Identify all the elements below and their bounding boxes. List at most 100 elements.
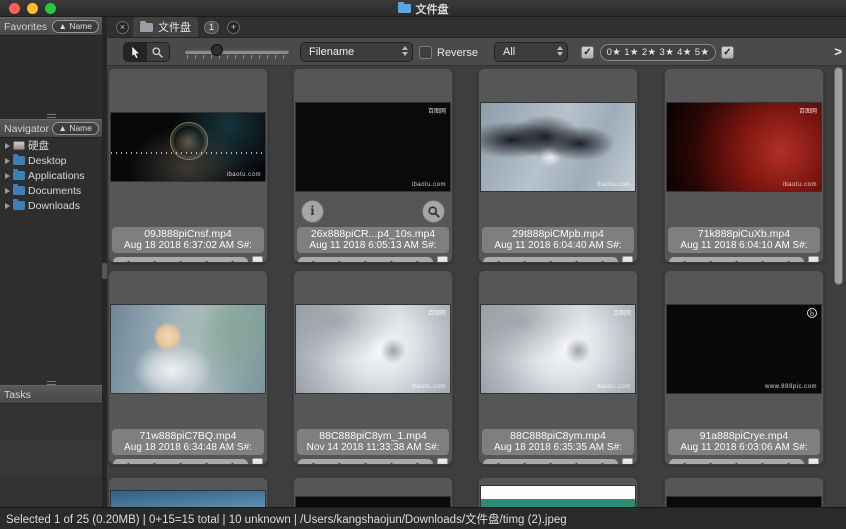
sort-by-value: Filename	[309, 46, 355, 58]
thumb-watermark: ibaotu.com	[782, 182, 817, 188]
minimize-window-button[interactable]	[27, 2, 38, 14]
rating-slider[interactable]	[669, 256, 804, 262]
zoom-window-button[interactable]	[45, 2, 56, 14]
thumb-watermark: www.888pic.com	[764, 384, 817, 390]
item-checkbox[interactable]	[622, 458, 633, 464]
sidebar-item-downloads[interactable]: Downloads	[0, 198, 102, 213]
file-card-selected[interactable]: 百图网 ibaotu.com 26x888piCR...p4_10s.mp4 A…	[293, 68, 453, 263]
traffic-lights	[9, 2, 56, 14]
item-checkbox[interactable]	[808, 458, 819, 464]
file-card[interactable]	[108, 477, 268, 507]
video-thumbnail[interactable]: 百图网 ibaotu.com	[296, 103, 450, 191]
tasks-header: Tasks	[0, 385, 102, 404]
rating-slider[interactable]	[669, 458, 804, 464]
file-caption: 71w888piC7BQ.mp4 Aug 18 2018 6:34:48 AM …	[112, 429, 264, 455]
navigator-sort-button[interactable]: ▲ Name	[51, 122, 99, 135]
file-date: Aug 11 2018 6:03:06 AM S#:	[680, 442, 808, 453]
sort-by-dropdown[interactable]: Filename	[300, 42, 413, 62]
label-enable-checkbox[interactable]	[721, 46, 734, 59]
file-card[interactable]	[664, 477, 824, 507]
file-card[interactable]: ibaotu.com 09J888piCnsf.mp4 Aug 18 2018 …	[108, 68, 268, 263]
video-thumbnail[interactable]: 百图网 ibaotu.com	[667, 103, 821, 191]
folder-icon	[13, 199, 25, 210]
favorites-sort-button[interactable]: ▲ Name	[51, 20, 99, 33]
file-card[interactable]	[478, 477, 638, 507]
disclosure-triangle-icon[interactable]	[5, 157, 10, 164]
disclosure-triangle-icon[interactable]	[5, 202, 10, 209]
slider-knob[interactable]	[211, 44, 223, 56]
sidebar-item-harddisk[interactable]: 硬盘	[0, 138, 102, 153]
sidebar-item-label: Desktop	[28, 154, 67, 167]
tab-active[interactable]: 文件盘	[133, 17, 198, 37]
item-checkbox[interactable]	[622, 256, 633, 262]
file-date: Aug 18 2018 6:34:48 AM S#:	[124, 442, 252, 453]
file-caption: 26x888piCR...p4_10s.mp4 Aug 11 2018 6:05…	[297, 227, 449, 253]
item-checkbox[interactable]	[252, 256, 263, 262]
video-thumbnail[interactable]: 百图网 ibaotu.com	[296, 305, 450, 393]
sidebar-item-label: 硬盘	[28, 140, 49, 152]
thumb-watermark: ibaotu.com	[226, 172, 261, 178]
file-caption: 29t888piCMpb.mp4 Aug 11 2018 6:04:40 AM …	[482, 227, 634, 253]
info-button[interactable]	[301, 200, 324, 223]
disclosure-triangle-icon[interactable]	[5, 142, 10, 149]
video-thumbnail[interactable]	[111, 305, 265, 393]
sidebar-item-documents[interactable]: Documents	[0, 183, 102, 198]
tasks-label: Tasks	[4, 388, 31, 401]
rating-slider[interactable]	[298, 458, 433, 464]
rating-slider[interactable]	[298, 256, 433, 262]
sidebar-item-desktop[interactable]: Desktop	[0, 153, 102, 168]
item-checkbox[interactable]	[437, 458, 448, 464]
vertical-scrollbar-thumb[interactable]	[834, 67, 843, 285]
file-card[interactable]: 71w888piC7BQ.mp4 Aug 18 2018 6:34:48 AM …	[108, 270, 268, 465]
video-thumbnail[interactable]	[667, 497, 821, 507]
select-tool-button[interactable]	[124, 43, 147, 61]
file-card[interactable]: 百图网 ibaotu.com 71k888piCuXb.mp4 Aug 11 2…	[664, 68, 824, 263]
toolbar: Filename Reverse All 0★ 1★ 2★ 3★ 4★ 5★ >	[107, 38, 846, 66]
tool-mode-segmented-control	[123, 42, 170, 62]
file-card[interactable]: 百图网 ibaotu.com 88C888piC8ym_1.mp4 Nov 14…	[293, 270, 453, 465]
rating-slider[interactable]	[483, 458, 618, 464]
video-thumbnail[interactable]: 百图网 ibaotu.com	[481, 305, 635, 393]
file-name: 71w888piC7BQ.mp4	[139, 430, 237, 442]
toolbar-overflow-icon[interactable]: >	[834, 44, 842, 59]
video-thumbnail[interactable]: ibaotu.com	[481, 103, 635, 191]
video-thumbnail[interactable]	[296, 497, 450, 507]
video-thumbnail[interactable]: b www.888pic.com	[667, 305, 821, 393]
add-tab-icon[interactable]	[227, 20, 240, 34]
rating-enable-checkbox[interactable]	[581, 46, 594, 59]
magnify-tool-button[interactable]	[147, 43, 170, 61]
navigator-resize-grip[interactable]	[47, 114, 56, 118]
rating-filter[interactable]: 0★ 1★ 2★ 3★ 4★ 5★	[600, 44, 716, 61]
file-caption: 09J888piCnsf.mp4 Aug 18 2018 6:37:02 AM …	[112, 227, 264, 253]
tab-folder-icon	[140, 20, 153, 32]
slider-ticks	[187, 55, 287, 59]
disclosure-triangle-icon[interactable]	[5, 187, 10, 194]
tab-label: 文件盘	[158, 22, 191, 34]
item-checkbox[interactable]	[252, 458, 263, 464]
rating-slider[interactable]	[113, 256, 248, 262]
filter-value: All	[503, 46, 516, 58]
file-card[interactable]	[293, 477, 453, 507]
file-name: 29t888piCMpb.mp4	[512, 228, 604, 240]
preview-zoom-button[interactable]	[422, 200, 445, 223]
favorites-list[interactable]	[0, 36, 102, 116]
reverse-checkbox[interactable]	[419, 46, 432, 59]
close-tab-icon[interactable]	[116, 20, 129, 34]
file-card[interactable]: ibaotu.com 29t888piCMpb.mp4 Aug 11 2018 …	[478, 68, 638, 263]
file-card[interactable]: b www.888pic.com 91a888piCrye.mp4 Aug 11…	[664, 270, 824, 465]
sidebar-item-applications[interactable]: Applications	[0, 168, 102, 183]
close-window-button[interactable]	[9, 2, 20, 14]
favorites-header: Favorites ▲ Name	[0, 17, 102, 36]
video-thumbnail[interactable]	[481, 486, 635, 507]
thumbnail-size-slider[interactable]	[185, 42, 289, 62]
file-card[interactable]: 百图网 ibaotu.com 88C888piC8ym.mp4 Aug 18 2…	[478, 270, 638, 465]
video-thumbnail[interactable]	[111, 491, 265, 507]
video-thumbnail[interactable]: ibaotu.com	[111, 113, 265, 181]
filter-dropdown[interactable]: All	[494, 42, 568, 62]
item-checkbox[interactable]	[437, 256, 448, 262]
rating-slider[interactable]	[113, 458, 248, 464]
disclosure-triangle-icon[interactable]	[5, 172, 10, 179]
rating-slider[interactable]	[483, 256, 618, 262]
item-checkbox[interactable]	[808, 256, 819, 262]
file-name: 88C888piC8ym.mp4	[510, 430, 606, 442]
